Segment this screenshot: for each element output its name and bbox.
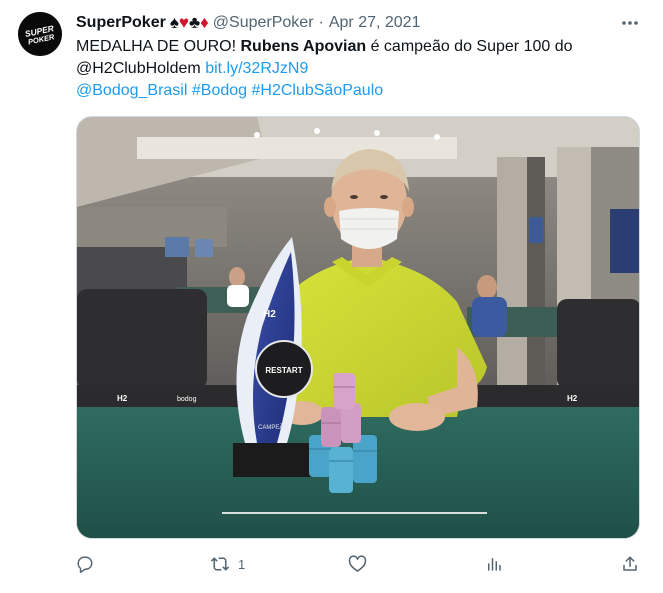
tweet-photo[interactable]: H2 bodog H2 H2 RESTART CAMPEÃO xyxy=(76,116,640,539)
separator-dot: · xyxy=(318,14,324,31)
trophy-brand: H2 xyxy=(263,309,276,320)
hashtag-bodog[interactable]: #Bodog xyxy=(192,82,247,99)
board-label-2: bodog xyxy=(177,396,197,403)
link[interactable]: bit.ly/32RJzN9 xyxy=(205,60,308,77)
club-icon: ♣ xyxy=(188,13,201,32)
superpoker-logo: SUPER POKER xyxy=(18,12,62,56)
photo-winner-with-trophy: H2 bodog H2 H2 RESTART CAMPEÃO xyxy=(77,117,639,538)
heart-outline-icon xyxy=(348,555,367,572)
diamond-icon: ♦ xyxy=(200,13,209,32)
trophy-base-text: CAMPEÃO xyxy=(258,424,288,431)
action-bar: 1 xyxy=(76,553,640,575)
board-label-1: H2 xyxy=(117,394,128,403)
spade-icon: ♠ xyxy=(169,13,179,32)
suit-icons: ♠♥♣♦ xyxy=(170,13,209,33)
more-options-button[interactable] xyxy=(618,12,642,34)
retweet-count: 1 xyxy=(238,556,246,572)
more-icon xyxy=(622,21,638,25)
tweet-text-bold: Rubens Apovian xyxy=(240,38,367,55)
views-button[interactable] xyxy=(485,553,511,575)
tweet-line-1: MEDALHA DE OURO! Rubens Apovian é campeã… xyxy=(76,36,646,58)
board-label-3: H2 xyxy=(567,394,578,403)
user-handle[interactable]: @SuperPoker xyxy=(213,14,314,32)
tweet-text-part1: MEDALHA DE OURO! xyxy=(76,38,241,55)
tweet-line-3: @Bodog_Brasil #Bodog #H2ClubSãoPaulo xyxy=(76,80,646,102)
share-icon xyxy=(623,556,637,571)
tweet-header: SuperPoker ♠♥♣♦ @SuperPoker · Apr 27, 20… xyxy=(76,12,420,34)
retweet-icon xyxy=(211,557,229,571)
trophy-badge: RESTART xyxy=(265,366,302,375)
like-button[interactable] xyxy=(348,553,375,575)
reply-button[interactable] xyxy=(76,553,102,575)
tweet[interactable]: SUPER POKER SuperPoker ♠♥♣♦ @SuperPoker … xyxy=(0,0,663,593)
mention-bodog-brasil[interactable]: @Bodog_Brasil xyxy=(76,82,187,99)
tweet-date[interactable]: Apr 27, 2021 xyxy=(329,14,421,32)
heart-icon: ♥ xyxy=(178,13,189,32)
tweet-line-2: @H2ClubHoldem bit.ly/32RJzN9 xyxy=(76,58,646,80)
reply-icon xyxy=(77,556,93,573)
avatar[interactable]: SUPER POKER xyxy=(18,12,62,56)
retweet-button[interactable]: 1 xyxy=(210,553,245,575)
analytics-icon xyxy=(488,558,501,571)
share-button[interactable] xyxy=(621,553,639,575)
tweet-text: MEDALHA DE OURO! Rubens Apovian é campeã… xyxy=(76,36,646,102)
hashtag-h2clubsaopaulo[interactable]: #H2ClubSãoPaulo xyxy=(252,82,384,99)
mention-text: @H2ClubHoldem xyxy=(76,60,201,77)
tweet-text-part2: é campeão do Super 100 do xyxy=(366,38,573,55)
display-name[interactable]: SuperPoker xyxy=(76,14,166,32)
